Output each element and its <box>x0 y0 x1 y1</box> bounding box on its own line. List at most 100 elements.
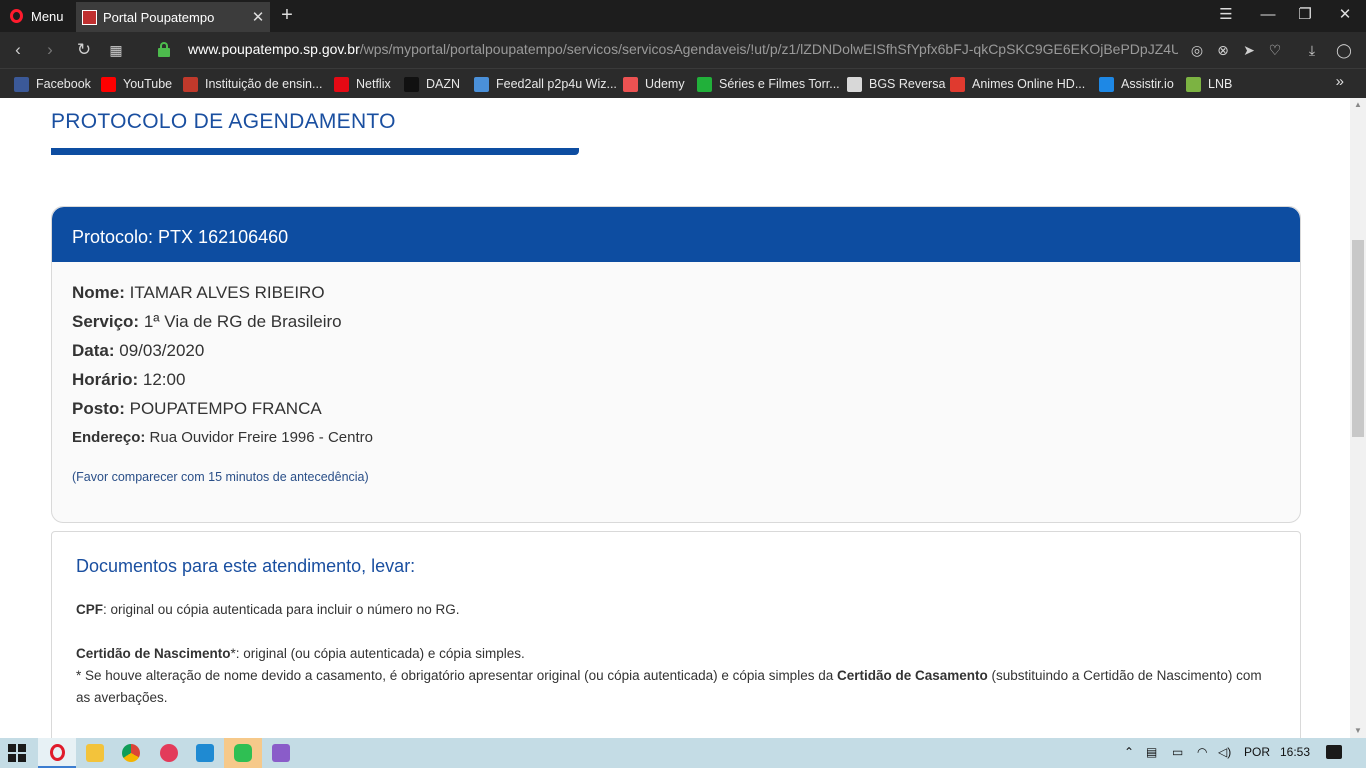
bookmark-label: DAZN <box>426 77 461 91</box>
visual-studio-icon <box>272 744 290 762</box>
windows-start-icon[interactable] <box>8 744 26 762</box>
reload-icon[interactable]: ↻ <box>72 38 96 62</box>
bookmark-series[interactable]: Séries e Filmes Torr... <box>697 75 840 93</box>
profile-icon[interactable]: ◯ <box>1334 40 1354 60</box>
anime-icon <box>950 76 965 92</box>
page-scrollbar[interactable]: ▲ ▼ <box>1350 98 1366 738</box>
assistir-icon <box>1099 76 1114 92</box>
field-servico: Serviço: 1ª Via de RG de Brasileiro <box>72 311 1280 340</box>
footnote-bold: Certidão de Casamento <box>836 668 988 683</box>
new-tab-button[interactable]: + <box>276 3 298 27</box>
adblock-icon[interactable]: ⊗ <box>1213 40 1233 60</box>
horario-label: Horário: <box>72 370 139 389</box>
document-icon <box>847 76 862 92</box>
close-window-button[interactable]: ✕ <box>1324 0 1366 32</box>
bookmark-assistir[interactable]: Assistir.io <box>1099 75 1174 93</box>
wifi-icon[interactable]: ◠ <box>1197 745 1207 759</box>
printer-icon[interactable]: ▤ <box>1146 745 1157 759</box>
clock[interactable]: 16:53 <box>1280 745 1310 759</box>
taskbar-chrome[interactable] <box>112 738 150 768</box>
title-underline <box>51 148 579 155</box>
scroll-up-icon[interactable]: ▲ <box>1350 98 1366 112</box>
bookmark-facebook[interactable]: Facebook <box>14 75 91 93</box>
scroll-down-icon[interactable]: ▼ <box>1350 724 1366 738</box>
address-bar: ‹ › ↻ ▦ www.poupatempo.sp.gov.br/wps/myp… <box>0 32 1366 68</box>
bookmark-label: Instituição de ensin... <box>205 77 323 91</box>
opera-menu-button[interactable]: Menu <box>0 0 74 32</box>
bookmark-youtube[interactable]: YouTube <box>101 75 172 93</box>
chat-icon <box>234 744 252 762</box>
tab-close-icon[interactable]: ✕ <box>246 8 270 26</box>
bookmark-label: Udemy <box>645 77 685 91</box>
doc-footnote: * Se houve alteração de nome devido a ca… <box>76 665 1276 709</box>
language-indicator[interactable]: POR <box>1244 745 1270 759</box>
bookmark-label: Feed2all p2p4u Wiz... <box>496 77 617 91</box>
taskbar-app-red[interactable] <box>150 738 188 768</box>
bookmark-label: BGS Reversa <box>869 77 946 91</box>
url-path: /wps/myportal/portalpoupatempo/servicos/… <box>359 41 1178 57</box>
udemy-icon <box>623 76 638 92</box>
notification-icon[interactable] <box>1326 745 1342 759</box>
bookmark-label: Animes Online HD... <box>972 77 1086 91</box>
institution-icon <box>183 76 198 92</box>
netflix-icon <box>334 76 349 92</box>
back-icon[interactable]: ‹ <box>6 38 30 62</box>
nome-value: ITAMAR ALVES RIBEIRO <box>129 283 325 302</box>
url-field[interactable]: www.poupatempo.sp.gov.br/wps/myportal/po… <box>188 41 1178 61</box>
horario-value: 12:00 <box>142 370 186 389</box>
lock-icon[interactable] <box>158 42 170 57</box>
taskbar-visual-studio[interactable] <box>262 738 300 768</box>
doc-certidao: Certidão de Nascimento*: original (ou có… <box>76 643 1276 665</box>
poupatempo-favicon-icon <box>82 9 97 25</box>
tray-expand-icon[interactable]: ⌃ <box>1124 745 1134 759</box>
bookmarks-more-icon[interactable]: » <box>1336 73 1344 90</box>
doc-cpf: CPF: original ou cópia autenticada para … <box>76 599 1276 621</box>
battery-icon[interactable]: ▭ <box>1172 745 1183 759</box>
certidao-text: *: original (ou cópia autenticada) e cóp… <box>230 646 525 661</box>
bookmark-dazn[interactable]: DAZN <box>404 75 460 93</box>
servico-value: 1ª Via de RG de Brasileiro <box>143 312 342 331</box>
protocol-header: Protocolo: PTX 162106460 <box>52 207 1300 262</box>
tabs-grid-icon[interactable]: ▦ <box>104 38 128 62</box>
bookmark-feed[interactable]: Feed2all p2p4u Wiz... <box>474 75 617 93</box>
bookmark-label: Facebook <box>36 77 91 91</box>
documents-title: Documentos para este atendimento, levar: <box>76 556 416 576</box>
browser-tab-bar: Menu Portal Poupatempo ✕ + ☰ — ❐ ✕ <box>0 0 1366 32</box>
taskbar-vscode[interactable] <box>186 738 224 768</box>
camera-icon[interactable]: ◎ <box>1187 40 1207 60</box>
minimize-button[interactable]: — <box>1247 0 1289 32</box>
bookmark-label: LNB <box>1208 77 1233 91</box>
heart-icon[interactable]: ♡ <box>1265 40 1285 60</box>
lnb-icon <box>1186 76 1201 92</box>
field-endereco: Endereço: Rua Ouvidor Freire 1996 - Cent… <box>72 427 1280 456</box>
bookmark-netflix[interactable]: Netflix <box>334 75 391 93</box>
bookmark-lnb[interactable]: LNB <box>1186 75 1232 93</box>
taskbar-file-explorer[interactable] <box>76 738 114 768</box>
tab-menu-icon[interactable]: ☰ <box>1205 0 1247 32</box>
field-nome: Nome: ITAMAR ALVES RIBEIRO <box>72 282 1280 311</box>
send-icon[interactable]: ➤ <box>1239 40 1259 60</box>
bookmarks-bar: Facebook YouTube Instituição de ensin... Ne… <box>0 68 1366 98</box>
red-app-icon <box>160 744 178 762</box>
certidao-label: Certidão de Nascimento <box>76 646 231 661</box>
forward-icon[interactable]: › <box>38 38 62 62</box>
bookmark-institution[interactable]: Instituição de ensin... <box>183 75 322 93</box>
taskbar-green-app[interactable] <box>224 738 262 768</box>
download-icon[interactable]: ⤓ <box>1302 40 1322 60</box>
arrival-note: (Favor comparecer com 15 minutos de ante… <box>72 470 369 484</box>
taskbar-opera[interactable] <box>38 738 76 768</box>
scroll-thumb[interactable] <box>1352 240 1364 437</box>
vscode-icon <box>196 744 214 762</box>
bookmark-anime[interactable]: Animes Online HD... <box>950 75 1085 93</box>
bookmark-document[interactable]: BGS Reversa <box>847 75 945 93</box>
youtube-icon <box>101 76 116 92</box>
dazn-icon <box>404 76 419 92</box>
endereco-value: Rua Ouvidor Freire 1996 - Centro <box>149 429 373 446</box>
bookmark-udemy[interactable]: Udemy <box>623 75 685 93</box>
maximize-button[interactable]: ❐ <box>1284 0 1326 32</box>
bookmark-label: YouTube <box>123 77 173 91</box>
volume-icon[interactable]: ◁) <box>1218 745 1231 759</box>
page-content: PROTOCOLO DE AGENDAMENTO Protocolo: PTX … <box>0 98 1350 738</box>
tab-portal-poupatempo[interactable]: Portal Poupatempo ✕ <box>76 2 270 32</box>
opera-icon <box>49 743 65 761</box>
